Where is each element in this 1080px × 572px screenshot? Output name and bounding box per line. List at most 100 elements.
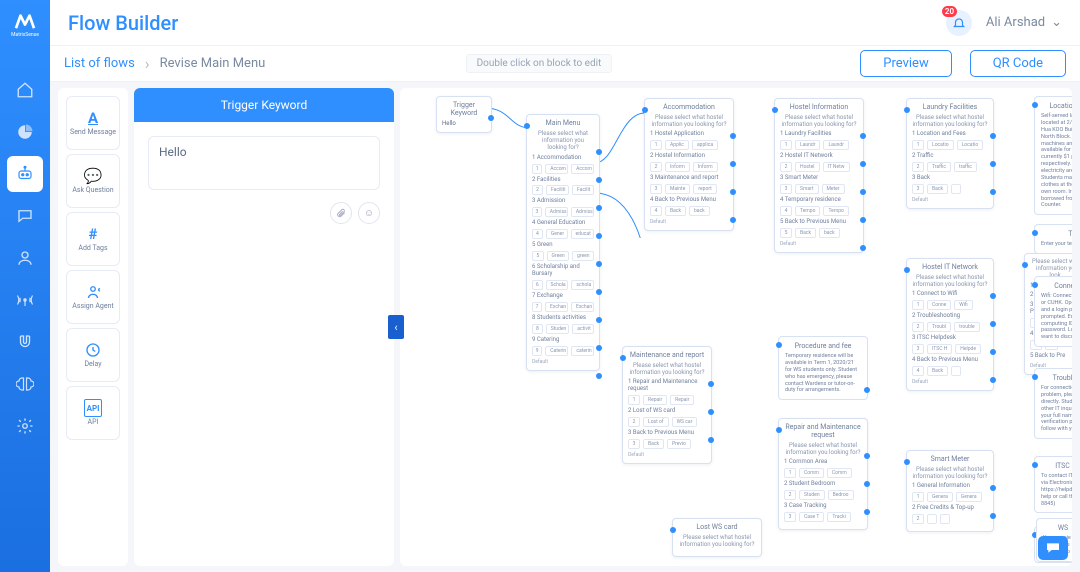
node-repair-request[interactable]: Repair and Maintenance request Please se… bbox=[778, 418, 868, 530]
option-chip: Caterin bbox=[545, 346, 568, 356]
option-row[interactable]: 5Greengreen bbox=[532, 251, 594, 261]
option-row[interactable]: 4Genereducat bbox=[532, 229, 594, 239]
option-row[interactable]: 4TempoTempo bbox=[780, 206, 858, 216]
option-row[interactable]: 2 bbox=[912, 514, 988, 524]
notifications-button[interactable]: 20 bbox=[946, 10, 972, 36]
option-row[interactable]: 2Troubltrouble bbox=[912, 322, 988, 332]
option-row[interactable]: 3SmartMeter bbox=[780, 184, 858, 194]
option-heading: 3 Maintenance and report bbox=[650, 175, 728, 182]
palette-assign-agent[interactable]: Assign Agent bbox=[66, 270, 120, 324]
option-row[interactable]: 2Traffictraffic bbox=[912, 162, 988, 172]
option-number: 3 bbox=[650, 184, 662, 194]
trigger-keyword-input[interactable]: Hello bbox=[148, 136, 380, 190]
node-hostel-info[interactable]: Hostel Information Please select what ho… bbox=[774, 98, 864, 253]
node-trigger[interactable]: Trigger Keyword Hello bbox=[436, 96, 492, 133]
nav-brain-icon[interactable] bbox=[7, 366, 43, 402]
palette-api[interactable]: API API bbox=[66, 386, 120, 440]
option-row[interactable]: 2InformInform bbox=[650, 162, 728, 172]
chat-widget-button[interactable] bbox=[1038, 536, 1068, 560]
node-lost-ws[interactable]: Lost WS card Please select what hostel i… bbox=[672, 518, 762, 557]
node-accommodation[interactable]: Accommodation Please select what hostel … bbox=[644, 98, 734, 231]
nav-home-icon[interactable] bbox=[7, 72, 43, 108]
option-row[interactable]: 4Backback bbox=[650, 206, 728, 216]
option-row[interactable]: 2StudenBedroo bbox=[784, 490, 862, 500]
option-row[interactable]: 1LocatioLocatio bbox=[912, 140, 988, 150]
option-row[interactable]: 2HostelIT Netw bbox=[780, 162, 858, 172]
option-row[interactable]: 4Back bbox=[912, 366, 988, 376]
user-menu[interactable]: Ali Arshad ⌄ bbox=[986, 15, 1062, 30]
option-chip: traffic bbox=[954, 162, 977, 172]
node-smart-meter[interactable]: Smart Meter Please select what hostel in… bbox=[906, 450, 994, 532]
option-row[interactable]: 3Back bbox=[912, 184, 988, 194]
option-row[interactable]: 7ExchanExchan bbox=[532, 302, 594, 312]
option-chip: Back bbox=[927, 366, 948, 376]
option-row[interactable]: 3ITSC HHelpde bbox=[912, 344, 988, 354]
breadcrumb-root[interactable]: List of flows bbox=[64, 56, 135, 71]
option-row[interactable]: 1Applicapplica bbox=[650, 140, 728, 150]
option-chip: Accom bbox=[545, 164, 568, 174]
nav-bot-icon[interactable] bbox=[7, 156, 43, 192]
option-chip: Gener bbox=[546, 229, 568, 239]
option-row[interactable]: 2FacilitiFacilit bbox=[532, 185, 594, 195]
palette-add-tags[interactable]: # Add Tags bbox=[66, 212, 120, 266]
option-number: 3 bbox=[628, 439, 640, 449]
option-number: 1 bbox=[784, 468, 796, 478]
option-row[interactable]: 3BackPrevio bbox=[628, 439, 706, 449]
collapse-editor-button[interactable]: ‹ bbox=[388, 315, 404, 339]
option-heading: 1 General Information bbox=[912, 483, 988, 490]
nav-broadcast-icon[interactable] bbox=[7, 282, 43, 318]
option-row[interactable]: 1LaundrLaundr bbox=[780, 140, 858, 150]
nav-settings-icon[interactable] bbox=[7, 408, 43, 444]
palette-delay[interactable]: Delay bbox=[66, 328, 120, 382]
qr-button[interactable]: QR Code bbox=[970, 50, 1066, 77]
option-row[interactable]: 2Lost ofWS car bbox=[628, 417, 706, 427]
node-procedure-fee[interactable]: Procedure and fee Temporary residence wi… bbox=[778, 336, 868, 400]
nav-analytics-icon[interactable] bbox=[7, 114, 43, 150]
option-chip: IT Netw bbox=[823, 162, 850, 172]
option-chip: Tempo bbox=[795, 206, 820, 216]
option-chip: Meter bbox=[822, 184, 845, 194]
option-chip: report bbox=[693, 184, 716, 194]
chevron-right-icon: › bbox=[145, 54, 150, 73]
palette-ask-question[interactable]: 💬 Ask Question bbox=[66, 154, 120, 208]
option-number: 7 bbox=[532, 302, 542, 312]
node-troubleshooting[interactable]: Troubleshooting For connection of networ… bbox=[1034, 368, 1072, 439]
option-row[interactable]: 3Maintereport bbox=[650, 184, 728, 194]
option-row[interactable]: 1CommComm bbox=[784, 468, 862, 478]
user-name: Ali Arshad bbox=[986, 15, 1045, 30]
preview-button[interactable]: Preview bbox=[860, 50, 951, 77]
option-row[interactable]: 1AccomAccom bbox=[532, 164, 594, 174]
node-location-fees[interactable]: Location and Fees Self-served laundries … bbox=[1034, 96, 1072, 215]
option-chip: Comm bbox=[827, 468, 852, 478]
node-itsc-helpdesk[interactable]: ITSC Helpdesk To contact ITSC, please do… bbox=[1034, 456, 1072, 513]
option-row[interactable]: 5Backback bbox=[780, 228, 858, 238]
node-laundry[interactable]: Laundry Facilities Please select what ho… bbox=[906, 98, 994, 209]
option-number: 1 bbox=[532, 164, 542, 174]
node-it-network[interactable]: Hostel IT Network Please select what hos… bbox=[906, 258, 994, 391]
nav-chat-icon[interactable] bbox=[7, 198, 43, 234]
option-row[interactable]: 1RepairRepair bbox=[628, 395, 706, 405]
emoji-button[interactable]: ☺ bbox=[358, 202, 380, 224]
option-heading: 5 Back to Previous Menu bbox=[780, 219, 858, 226]
nav-user-icon[interactable] bbox=[7, 240, 43, 276]
clock-icon bbox=[84, 341, 102, 359]
option-chip: Traffic bbox=[927, 162, 951, 172]
nav-magnet-icon[interactable] bbox=[7, 324, 43, 360]
option-chip bbox=[927, 514, 937, 524]
node-wifi[interactable]: Connect to Wifi Wifi: Connect to SSID=CU… bbox=[1034, 276, 1072, 347]
option-row[interactable]: 6Scholaschola bbox=[532, 280, 594, 290]
palette-send-message[interactable]: A Send Message bbox=[66, 96, 120, 150]
option-row[interactable]: 1GeneraGenera bbox=[912, 492, 988, 502]
node-main-menu[interactable]: Main Menu Please select what information… bbox=[526, 114, 600, 371]
option-row[interactable]: 8Studenactivit bbox=[532, 324, 594, 334]
attach-button[interactable] bbox=[330, 202, 352, 224]
node-traffic[interactable]: Traffic Enter your text… bbox=[1034, 224, 1072, 254]
option-heading: 4 Back to Previous Menu bbox=[912, 357, 988, 364]
option-row[interactable]: 1ConneWifi bbox=[912, 300, 988, 310]
node-maintenance[interactable]: Maintenance and report Please select wha… bbox=[622, 346, 712, 464]
flow-canvas[interactable]: Trigger Keyword Hello Main Menu Please s… bbox=[400, 88, 1072, 566]
option-chip: schola bbox=[571, 280, 594, 290]
option-row[interactable]: 9Caterincaterin bbox=[532, 346, 594, 356]
option-row[interactable]: 3AdmissAdmiss bbox=[532, 207, 594, 217]
option-row[interactable]: 3Case TTracki bbox=[784, 512, 862, 522]
